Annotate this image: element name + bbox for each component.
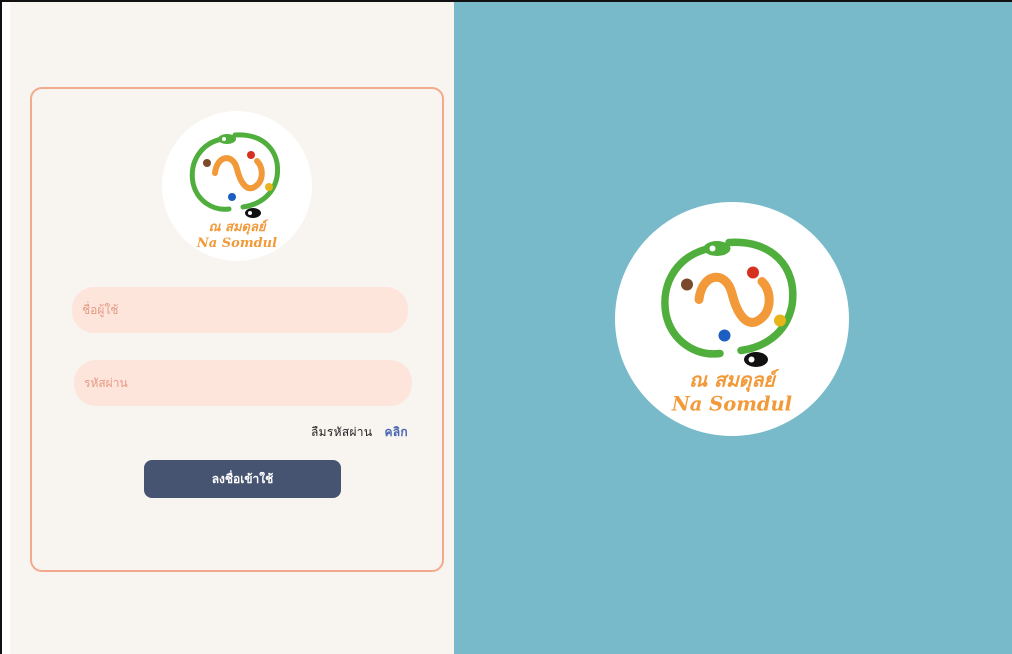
forgot-password-link[interactable]: คลิก (384, 425, 408, 439)
na-somdul-logo-icon: ณ สมดุลย์ Na Somdul (661, 238, 797, 416)
logo-text-thai: ณ สมดุลย์ (689, 369, 780, 393)
brand-panel: ณ สมดุลย์ Na Somdul (454, 2, 1012, 654)
brand-logo-large: ณ สมดุลย์ Na Somdul (615, 202, 849, 436)
login-page: ณ สมดุลย์ Na Somdul ลืมรหัสผ่าน คลิก ลงช… (0, 0, 1012, 654)
logo-text-thai: ณ สมดุลย์ (208, 219, 268, 235)
forgot-password-row: ลืมรหัสผ่าน คลิก (311, 423, 408, 442)
password-input[interactable] (74, 360, 412, 406)
login-panel: ณ สมดุลย์ Na Somdul ลืมรหัสผ่าน คลิก ลงช… (2, 2, 454, 654)
username-input[interactable] (72, 287, 408, 333)
na-somdul-logo-icon: ณ สมดุลย์ Na Somdul (189, 132, 281, 251)
login-card: ณ สมดุลย์ Na Somdul ลืมรหัสผ่าน คลิก ลงช… (30, 87, 444, 572)
logo-text-en: Na Somdul (196, 236, 277, 251)
login-button[interactable]: ลงชื่อเข้าใช้ (144, 460, 341, 498)
brand-logo-small: ณ สมดุลย์ Na Somdul (162, 111, 312, 261)
forgot-password-label: ลืมรหัสผ่าน (311, 425, 373, 439)
logo-text-en: Na Somdul (671, 393, 792, 416)
